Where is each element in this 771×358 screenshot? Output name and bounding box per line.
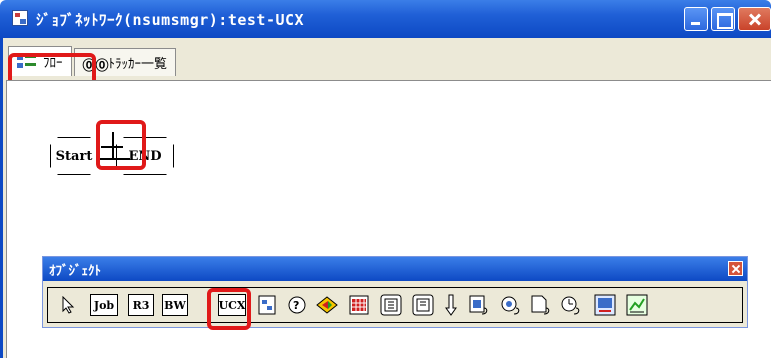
arrow-down-tool[interactable] [440,294,462,316]
tool-18[interactable] [626,294,648,316]
calendar-tool[interactable] [348,294,370,316]
maximize-button[interactable] [711,7,735,31]
start-node-label: Start [55,148,93,164]
branch-tool[interactable] [316,294,338,316]
pointer-tool[interactable] [58,294,80,316]
tool-13[interactable] [468,294,490,316]
palette-close-button[interactable] [728,261,743,276]
tool-16[interactable] [560,294,582,316]
tool-11[interactable] [412,294,434,316]
minimize-button[interactable] [684,7,708,31]
job-tool[interactable]: Job [90,294,118,316]
palette-titlebar[interactable]: ｵﾌﾞｼﾞｪｸﾄ [43,257,747,281]
bw-tool[interactable]: BW [162,294,188,316]
jobnet-tool[interactable] [256,294,278,316]
svg-text:?: ? [293,299,299,312]
close-button[interactable] [738,7,771,31]
connector-highlight [96,120,146,170]
job-tool-label: Job [93,298,115,312]
window-titlebar[interactable]: ｼﾞｮﾌﾞﾈｯﾄﾜｰｸ(nsumsmgr):test-UCX [0,0,771,38]
palette-title: ｵﾌﾞｼﾞｪｸﾄ [49,264,101,279]
app-icon [12,10,28,26]
tab-tracker-label: ﾄﾗｯｶｰ一覧 [108,57,168,72]
palette-toolbar: Job R3 BW UCX ? [47,287,743,323]
ucx-tool-highlight [207,288,251,330]
condition-tool[interactable]: ? [286,294,308,316]
tool-10[interactable] [380,294,402,316]
tool-17[interactable] [594,294,616,316]
object-palette: ｵﾌﾞｼﾞｪｸﾄ Job R3 BW UCX ? [42,256,748,328]
tool-15[interactable] [530,294,552,316]
window-title: ｼﾞｮﾌﾞﾈｯﾄﾜｰｸ(nsumsmgr):test-UCX [36,11,305,29]
r3-tool[interactable]: R3 [128,294,154,316]
r3-tool-label: R3 [132,298,150,312]
tool-14[interactable] [500,294,522,316]
bw-tool-label: BW [164,298,186,312]
start-node[interactable]: Start [50,137,98,175]
